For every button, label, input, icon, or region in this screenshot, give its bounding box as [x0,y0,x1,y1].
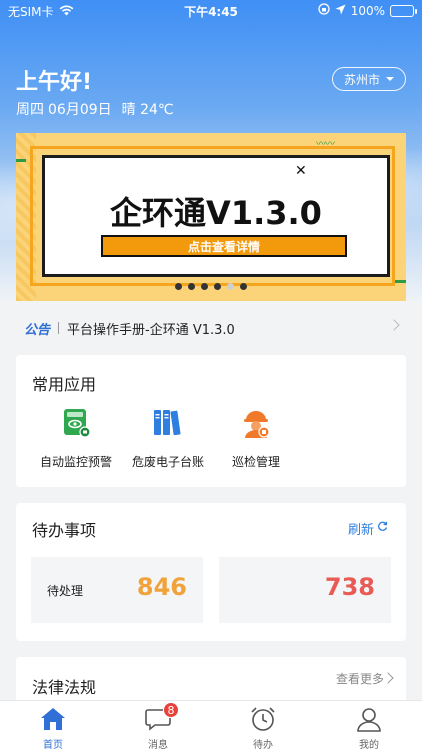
ledger-books-icon [152,407,184,439]
notice-tag: 公告 [24,322,51,338]
section-title: 法律法规 [32,678,97,697]
banner-headline: 企环通V1.3.0 [110,194,322,232]
user-icon [355,705,383,733]
chevron-right-icon [388,319,400,331]
message-icon: 8 [144,702,179,733]
carousel-dot[interactable] [175,283,182,290]
decor-bar [16,159,26,162]
tab-label: 首页 [43,740,63,750]
carousel-dot[interactable] [188,283,195,290]
carousel-indicator [16,283,406,290]
home-icon [39,705,67,733]
date: 06月09日 [48,102,112,118]
stat-label: 待处理 [47,584,84,598]
divider [58,322,60,334]
inspector-helmet-icon [240,407,272,439]
status-bar: 无SIM卡 下午4:45 100% [0,0,422,22]
city-label: 苏州市 [343,72,380,87]
weather: 晴 24℃ [121,102,174,118]
location-icon [335,4,346,18]
city-selector[interactable]: 苏州市 [332,67,406,91]
section-title: 常用应用 [32,375,97,394]
app-hazard-ledger[interactable]: 危废电子台账 [120,407,216,470]
stat-value: 846 [136,573,187,601]
common-apps-card: 常用应用 自动监控预警 危废电子台账 巡检管理 [16,355,406,487]
section-title: 待办事项 [32,521,97,540]
app-label: 自动监控预警 [39,455,112,469]
refresh-button[interactable]: 刷新 [348,519,388,538]
notice-text: 平台操作手册-企环通 V1.3.0 [67,322,235,338]
carousel-dot[interactable] [201,283,208,290]
banner-card: ✕ 企环通V1.3.0 点击查看详情 [42,155,390,277]
refresh-label: 刷新 [347,523,374,538]
carousel-dot[interactable] [240,283,247,290]
app-label: 巡检管理 [231,455,280,469]
carousel-dot[interactable] [214,283,221,290]
stat-value: 738 [324,573,375,601]
tab-bar: 首页 8 消息 待办 我的 [0,700,422,750]
tab-label: 消息 [148,740,168,750]
todo-card: 待办事项 刷新 待处理 846 738 [16,503,406,641]
notice-bar[interactable]: 公告 平台操作手册-企环通 V1.3.0 [16,315,406,341]
monitor-alert-icon [60,407,92,439]
app-auto-monitor[interactable]: 自动监控预警 [28,407,124,470]
chevron-right-icon [382,672,394,684]
tab-label: 待办 [253,740,273,750]
unread-badge: 8 [163,702,179,718]
banner-cta-button[interactable]: 点击查看详情 [97,235,347,266]
pending-stat[interactable]: 待处理 846 [31,557,203,623]
greeting: 上午好! [16,70,93,95]
tab-profile[interactable]: 我的 [339,705,399,750]
orientation-lock-icon [318,3,330,18]
chevron-down-icon [386,77,394,81]
tab-home[interactable]: 首页 [23,705,83,750]
view-more-link[interactable]: 查看更多 [336,670,384,687]
decor-cross: ✕ [295,163,307,179]
date-weather: 周四 06月09日 晴 24℃ [16,99,174,119]
tab-todo[interactable]: 待办 [233,705,293,750]
secondary-stat[interactable]: 738 [219,557,391,623]
app-label: 危废电子台账 [131,455,204,469]
app-inspection[interactable]: 巡检管理 [208,407,304,470]
banner-carousel[interactable]: 〰〰 ✕ 企环通V1.3.0 点击查看详情 [16,133,406,301]
alarm-clock-icon [249,705,277,733]
tab-label: 我的 [359,740,379,750]
refresh-icon [377,521,388,536]
battery-percent: 100% [350,3,385,18]
tab-messages[interactable]: 8 消息 [128,702,188,750]
weekday: 周四 [16,102,44,118]
battery-icon [390,4,417,17]
carousel-dot[interactable] [227,283,234,290]
